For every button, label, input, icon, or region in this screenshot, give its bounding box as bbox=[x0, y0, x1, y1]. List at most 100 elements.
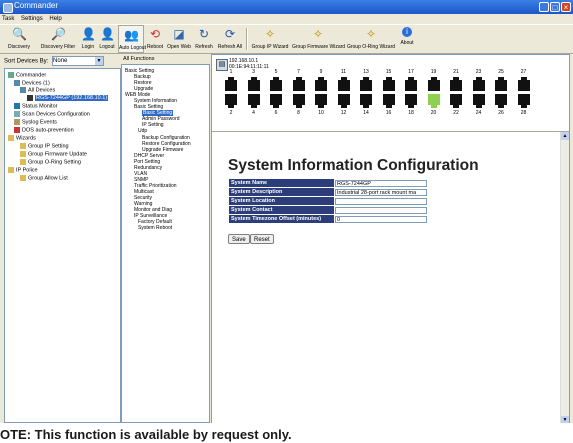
tree-node[interactable]: Wizards bbox=[8, 135, 36, 142]
port-9[interactable] bbox=[315, 77, 327, 91]
port-14[interactable] bbox=[360, 94, 372, 108]
port-4[interactable] bbox=[247, 94, 260, 108]
group-ip-wizard-button[interactable]: ✧ Group IP Wizard bbox=[250, 25, 290, 53]
menu-task[interactable]: Task bbox=[2, 16, 14, 22]
port-24[interactable] bbox=[472, 94, 485, 108]
wand-icon: ✧ bbox=[312, 27, 324, 41]
field-label: System Contact bbox=[228, 205, 335, 215]
port-18[interactable] bbox=[405, 94, 417, 108]
port-11[interactable] bbox=[337, 77, 350, 91]
functions-title: All Functions bbox=[123, 56, 155, 62]
monitor-icon bbox=[14, 103, 20, 109]
vertical-scrollbar[interactable]: ▲ ▼ bbox=[560, 132, 569, 423]
port-number: 28 bbox=[520, 110, 527, 116]
group-oring-wizard-button[interactable]: ✧ Group O-Ring Wizard bbox=[346, 25, 396, 53]
filter-magnifier-icon: 🔎 bbox=[51, 27, 66, 41]
port-19[interactable] bbox=[427, 77, 440, 91]
menu-help[interactable]: Help bbox=[49, 16, 61, 22]
group-firmware-wizard-button[interactable]: ✧ Group Firmware Wizard bbox=[292, 25, 345, 53]
port-22[interactable] bbox=[450, 94, 462, 108]
functions-pane: All Functions Basic Setting Backup Resto… bbox=[121, 54, 210, 423]
tree-node-selected[interactable]: RGS-7244GP (192.168.10.1) bbox=[27, 95, 109, 102]
port-10[interactable] bbox=[315, 94, 327, 108]
tree-node[interactable]: Group O-Ring Setting bbox=[20, 159, 81, 166]
function-item[interactable]: System Reboot bbox=[138, 225, 172, 231]
function-item[interactable]: Udp bbox=[138, 128, 147, 134]
port-16[interactable] bbox=[382, 94, 395, 108]
tree-node[interactable]: Status Monitor bbox=[14, 103, 57, 110]
auto-logout-button[interactable]: 👥 Auto Logout bbox=[118, 25, 146, 53]
port-17[interactable] bbox=[405, 77, 417, 91]
port-2[interactable] bbox=[225, 94, 237, 108]
port-6[interactable] bbox=[270, 94, 282, 108]
reboot-button[interactable]: ⟲ Reboot bbox=[145, 25, 165, 53]
menu-settings[interactable]: Settings bbox=[21, 16, 43, 22]
port-21[interactable] bbox=[450, 77, 462, 91]
scroll-down-icon[interactable]: ▼ bbox=[561, 416, 569, 423]
port-3[interactable] bbox=[247, 77, 260, 91]
port-25[interactable] bbox=[495, 77, 507, 91]
port-15[interactable] bbox=[382, 77, 395, 91]
port-number: 27 bbox=[520, 69, 527, 75]
open-web-button[interactable]: ◪ Open Web bbox=[166, 25, 192, 53]
wand-icon: ✧ bbox=[365, 27, 377, 41]
discovery-filter-button[interactable]: 🔎 Discovery Filter bbox=[38, 25, 78, 53]
close-icon[interactable]: × bbox=[561, 2, 571, 12]
port-panel: 1 3 5 7 9 11 13 15 17 19 21 23 25 27 2 4 6 8 10 12 14 16 18 20 2… bbox=[224, 69, 544, 127]
login-button[interactable]: 👤 Login bbox=[80, 25, 96, 53]
sort-select[interactable]: None ▼ bbox=[52, 56, 105, 66]
reset-button[interactable]: Reset bbox=[250, 234, 274, 244]
tree-node[interactable]: Group Allow List bbox=[20, 175, 68, 182]
tree-node[interactable]: DOS auto-prevention bbox=[14, 127, 74, 134]
discovery-button[interactable]: 🔍 Discovery bbox=[2, 25, 36, 53]
port-number: 13 bbox=[363, 69, 369, 75]
about-button[interactable]: i About bbox=[398, 25, 416, 53]
tree-node[interactable]: Scan Devices Configuration bbox=[14, 111, 90, 118]
port-20[interactable] bbox=[427, 94, 440, 108]
minimize-icon[interactable]: _ bbox=[539, 2, 549, 12]
form-row: System Description Industrial 28-port rac… bbox=[228, 187, 428, 197]
system-location-input[interactable] bbox=[335, 197, 427, 205]
tree-node[interactable]: Commander bbox=[8, 72, 46, 79]
port-28[interactable] bbox=[517, 94, 530, 108]
system-description-input[interactable]: Industrial 28-port rack mount ma bbox=[335, 188, 427, 196]
device-header: ▤ 192.168.10.1 00:1E:94:11:11:11 1 3 5 7 9 11… bbox=[212, 55, 569, 132]
tree-node[interactable]: Group IP Setting bbox=[20, 143, 69, 150]
port-27[interactable] bbox=[517, 77, 530, 91]
tree-node[interactable]: All Devices bbox=[20, 87, 55, 94]
port-number: 14 bbox=[363, 110, 369, 116]
logout-button[interactable]: 👤 Logout bbox=[97, 25, 117, 53]
maximize-icon[interactable]: □ bbox=[550, 2, 560, 12]
port-number: 19 bbox=[430, 69, 437, 75]
tree-node[interactable]: Group Firmware Update bbox=[20, 151, 87, 158]
tree-node[interactable]: IP Police bbox=[8, 167, 38, 174]
title-bar[interactable]: Commander _ □ × bbox=[0, 0, 573, 14]
port-26[interactable] bbox=[495, 94, 507, 108]
app-icon bbox=[3, 3, 13, 13]
availability-note: OTE: This function is available by reque… bbox=[0, 427, 292, 442]
wand-icon bbox=[8, 135, 14, 141]
port-13[interactable] bbox=[360, 77, 372, 91]
port-number: 9 bbox=[319, 69, 323, 75]
refresh-button[interactable]: ↻ Refresh bbox=[193, 25, 215, 53]
scroll-up-icon[interactable]: ▲ bbox=[561, 132, 569, 140]
wand-icon bbox=[20, 143, 26, 149]
port-number: 7 bbox=[297, 69, 300, 75]
system-name-input[interactable]: RGS-7244GP bbox=[335, 179, 427, 187]
port-number: 24 bbox=[475, 110, 482, 116]
wand-icon bbox=[8, 167, 14, 173]
system-contact-input[interactable] bbox=[335, 206, 427, 214]
port-7[interactable] bbox=[292, 77, 305, 91]
port-1[interactable] bbox=[225, 77, 237, 91]
port-23[interactable] bbox=[472, 77, 485, 91]
tree-node[interactable]: Syslog Events bbox=[14, 119, 57, 126]
port-number: 18 bbox=[408, 110, 414, 116]
save-button[interactable]: Save bbox=[228, 234, 250, 244]
port-number: 6 bbox=[274, 110, 278, 116]
port-5[interactable] bbox=[270, 77, 282, 91]
port-number: 11 bbox=[340, 69, 347, 75]
refresh-all-button[interactable]: ⟳ Refresh All bbox=[216, 25, 244, 53]
port-8[interactable] bbox=[292, 94, 305, 108]
port-12[interactable] bbox=[337, 94, 350, 108]
timezone-offset-input[interactable]: 0 bbox=[335, 215, 427, 223]
